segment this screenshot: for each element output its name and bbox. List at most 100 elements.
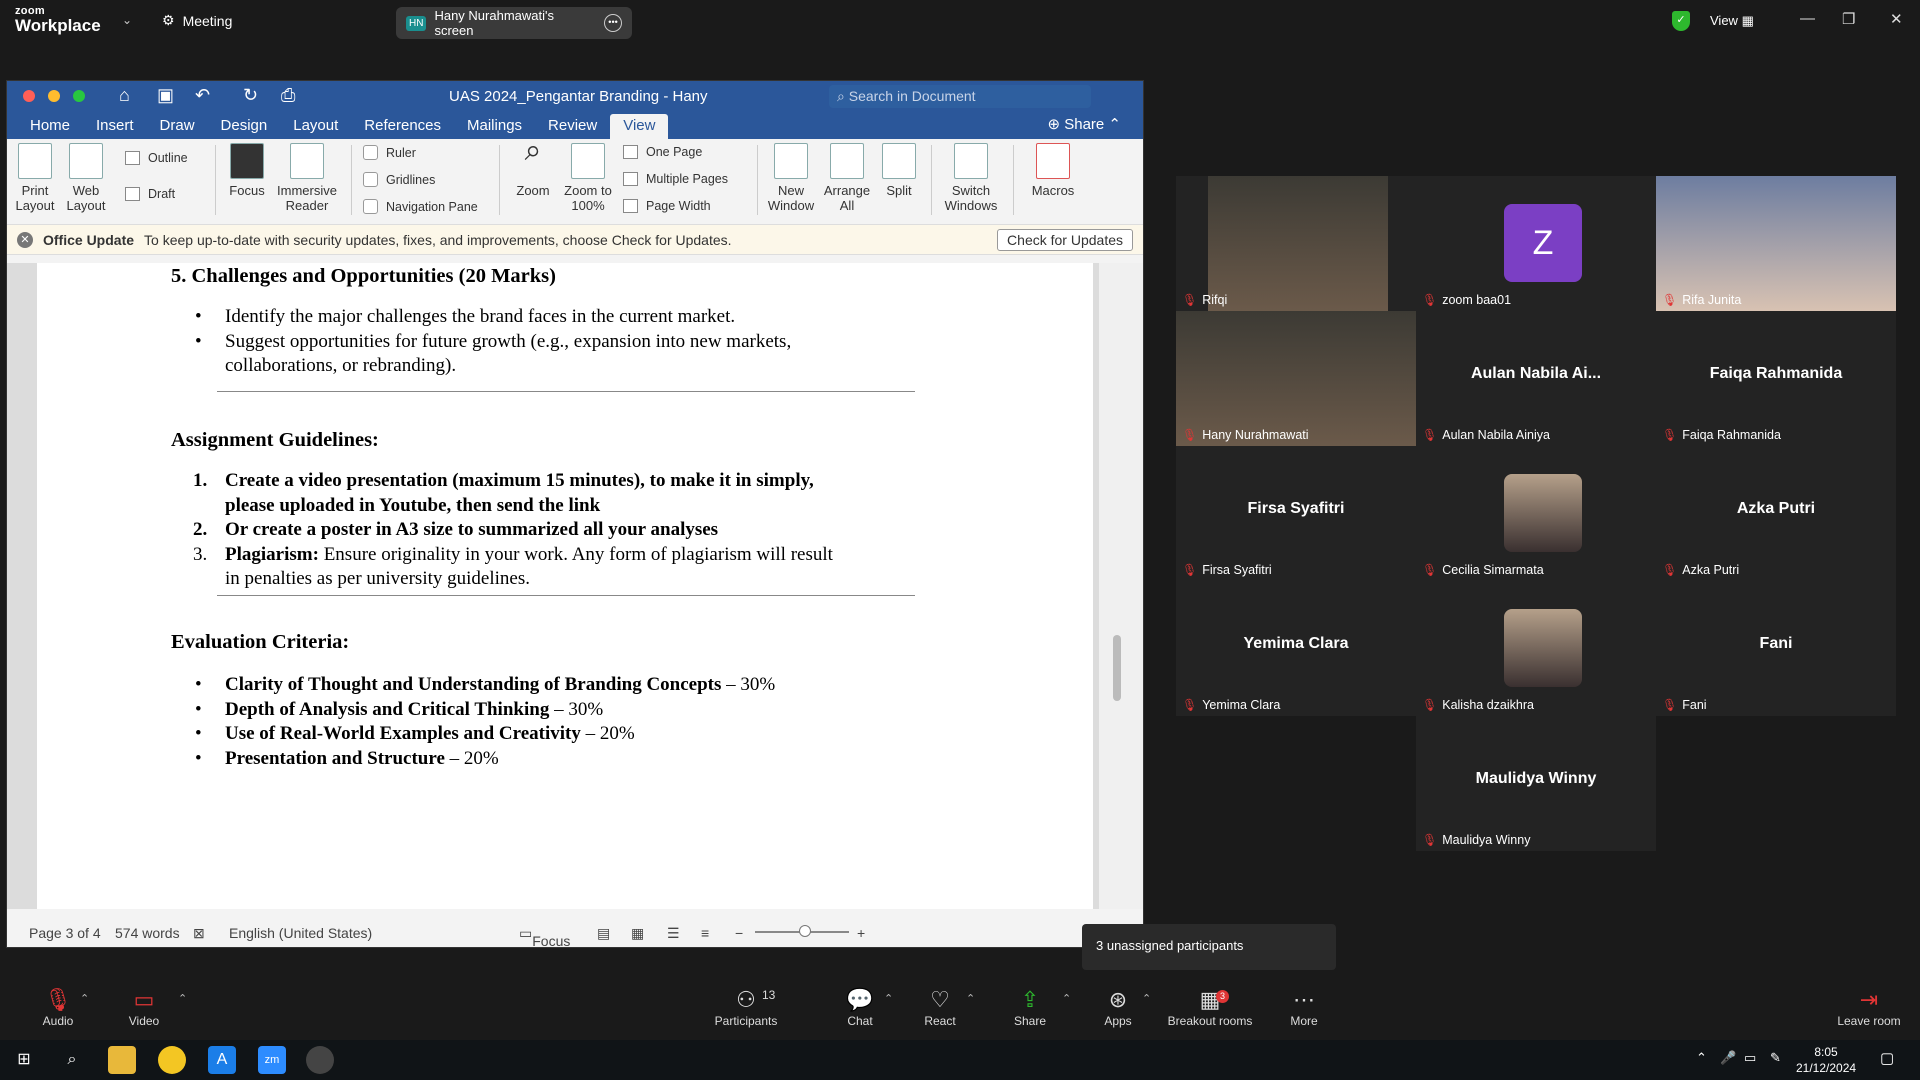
gridlines-checkbox[interactable]: Gridlines — [363, 172, 435, 187]
one-page-button[interactable]: One Page — [623, 145, 702, 159]
video-options-caret[interactable]: ⌃ — [178, 992, 187, 1005]
tab-draw[interactable]: Draw — [147, 114, 208, 139]
web-layout-icon[interactable]: ▦ — [631, 925, 644, 942]
navigation-pane-check[interactable] — [363, 199, 378, 214]
tab-design[interactable]: Design — [208, 114, 281, 139]
windows-start-icon[interactable]: ⊞ — [10, 1046, 38, 1074]
apps-options-caret[interactable]: ⌃ — [1142, 992, 1151, 1005]
audio-button[interactable]: 🎙 Audio — [36, 986, 80, 1028]
leave-room-button[interactable]: ⇥ Leave room — [1834, 986, 1904, 1028]
participant-tile[interactable]: 🎙 Rifqi — [1176, 176, 1416, 311]
search-input[interactable]: ⌕ Search in Document — [829, 85, 1091, 108]
audio-options-caret[interactable]: ⌃ — [80, 992, 89, 1005]
react-options-caret[interactable]: ⌃ — [966, 992, 975, 1005]
home-icon[interactable]: ⌂ — [119, 85, 130, 106]
draft-button[interactable]: Draft — [125, 187, 175, 201]
print-layout-button[interactable]: Print Layout — [13, 143, 57, 213]
redo-icon[interactable]: ↻ — [243, 85, 258, 106]
minimize-icon[interactable]: — — [1800, 10, 1815, 27]
outline-icon[interactable]: ☰ — [667, 925, 680, 942]
zoom-app-icon[interactable]: zm — [258, 1046, 286, 1074]
restore-icon[interactable]: ❐ — [1842, 10, 1855, 28]
focus-button[interactable]: Focus — [225, 143, 269, 198]
tab-home[interactable]: Home — [17, 114, 83, 139]
new-window-button[interactable]: New Window — [765, 143, 817, 213]
scrollbar-thumb[interactable] — [1113, 635, 1121, 701]
participant-tile[interactable]: 🎙 Kalisha dzaikhra — [1416, 581, 1656, 716]
zoom-100-button[interactable]: Zoom to 100% — [561, 143, 615, 213]
more-options-icon[interactable]: ••• — [604, 14, 622, 32]
tab-review[interactable]: Review — [535, 114, 610, 139]
macros-button[interactable]: Macros — [1025, 143, 1081, 198]
react-button[interactable]: ♡ React — [918, 986, 962, 1028]
video-button[interactable]: ▭ Video — [122, 986, 166, 1028]
chrome-icon[interactable] — [158, 1046, 186, 1074]
save-icon[interactable]: ▣ — [157, 85, 174, 106]
file-explorer-icon[interactable] — [108, 1046, 136, 1074]
tray-mic-icon[interactable]: 🎤 — [1720, 1050, 1736, 1066]
search-icon[interactable]: ⌕ — [58, 1046, 86, 1074]
draft-icon[interactable]: ≡ — [701, 925, 709, 941]
undo-icon[interactable]: ↶ — [195, 85, 210, 106]
zoom-dot-icon[interactable] — [73, 90, 85, 102]
share-button[interactable]: ⊕ Share ⌃ — [1047, 115, 1121, 133]
tray-pen-icon[interactable]: ✎ — [1770, 1050, 1781, 1066]
chat-options-caret[interactable]: ⌃ — [884, 992, 893, 1005]
more-button[interactable]: ⋯ More — [1282, 986, 1326, 1028]
share-options-caret[interactable]: ⌃ — [1062, 992, 1071, 1005]
participant-tile[interactable]: Azka Putri 🎙 Azka Putri — [1656, 446, 1896, 581]
language-label[interactable]: English (United States) — [229, 925, 372, 941]
participant-tile[interactable]: Firsa Syafitri 🎙 Firsa Syafitri — [1176, 446, 1416, 581]
zoom-button[interactable]: ⌕ Zoom — [511, 136, 555, 199]
share-screen-button[interactable]: ⇪ Share — [1008, 986, 1052, 1028]
chrome-active-icon[interactable] — [306, 1046, 334, 1074]
print-icon[interactable]: ⎙ — [281, 85, 295, 106]
focus-status[interactable]: ▭ Focus — [519, 925, 570, 947]
view-button[interactable]: View ▦ — [1710, 13, 1754, 29]
participant-tile[interactable]: Z 🎙 zoom baa01 — [1416, 176, 1656, 311]
immersive-reader-button[interactable]: Immersive Reader — [275, 143, 339, 213]
tab-layout[interactable]: Layout — [280, 114, 351, 139]
tab-view[interactable]: View — [610, 114, 669, 139]
arrange-all-button[interactable]: Arrange All — [821, 143, 873, 213]
check-for-updates-button[interactable]: Check for Updates — [997, 229, 1133, 251]
zoom-out-icon[interactable]: − — [735, 925, 743, 941]
close-icon[interactable]: ✕ — [1890, 10, 1903, 28]
ruler-check[interactable] — [363, 145, 378, 160]
notifications-icon[interactable]: ▢ — [1880, 1049, 1894, 1067]
multiple-pages-button[interactable]: Multiple Pages — [623, 172, 728, 186]
print-layout-icon[interactable]: ▤ — [597, 925, 610, 942]
tab-mailings[interactable]: Mailings — [454, 114, 535, 139]
dismiss-icon[interactable]: ✕ — [17, 231, 33, 248]
outline-button[interactable]: Outline — [125, 151, 188, 165]
word-count[interactable]: 574 words — [115, 925, 180, 941]
page-count[interactable]: Page 3 of 4 — [29, 925, 101, 941]
participant-tile[interactable]: Aulan Nabila Ai... 🎙 Aulan Nabila Ainiya — [1416, 311, 1656, 446]
tab-insert[interactable]: Insert — [83, 114, 147, 139]
meeting-menu[interactable]: ⚙ Meeting — [162, 12, 232, 29]
zoom-slider-handle[interactable] — [799, 925, 811, 937]
tab-references[interactable]: References — [351, 114, 454, 139]
participant-tile[interactable]: Maulidya Winny 🎙 Maulidya Winny — [1416, 716, 1656, 851]
participant-tile[interactable]: 🎙 Rifa Junita — [1656, 176, 1896, 311]
switch-windows-button[interactable]: Switch Windows — [939, 143, 1003, 213]
ruler-checkbox[interactable]: Ruler — [363, 145, 416, 160]
chat-button[interactable]: 💬 Chat — [838, 986, 882, 1028]
apps-button[interactable]: ⊛ Apps — [1096, 986, 1140, 1028]
participant-tile[interactable]: Faiqa Rahmanida 🎙 Faiqa Rahmanida — [1656, 311, 1896, 446]
chevron-down-icon[interactable]: ⌄ — [122, 13, 132, 27]
vertical-scrollbar[interactable] — [1099, 263, 1143, 909]
minimize-dot-icon[interactable] — [48, 90, 60, 102]
zoom-in-icon[interactable]: + — [857, 925, 865, 941]
shared-screen-pill[interactable]: HN Hany Nurahmawati's screen ••• — [396, 7, 632, 39]
navigation-pane-checkbox[interactable]: Navigation Pane — [363, 199, 478, 214]
page-width-button[interactable]: Page Width — [623, 199, 711, 213]
taskbar-clock[interactable]: 8:05 21/12/2024 — [1796, 1044, 1856, 1076]
participant-tile[interactable]: 🎙 Hany Nurahmawati — [1176, 311, 1416, 446]
gridlines-check[interactable] — [363, 172, 378, 187]
document-page[interactable]: 5. Challenges and Opportunities (20 Mark… — [37, 263, 1093, 909]
participant-tile[interactable]: Yemima Clara 🎙 Yemima Clara — [1176, 581, 1416, 716]
close-dot-icon[interactable] — [23, 90, 35, 102]
proofing-icon[interactable]: ⊠ — [193, 925, 205, 942]
participant-tile[interactable]: 🎙 Cecilia Simarmata — [1416, 446, 1656, 581]
